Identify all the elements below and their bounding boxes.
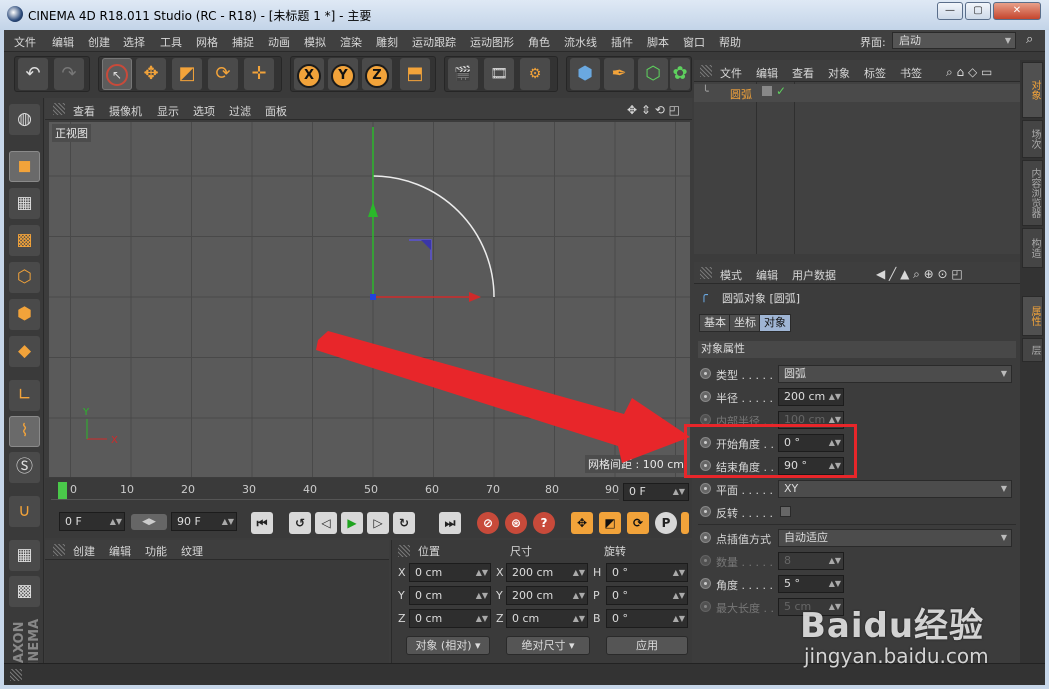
red-arrow-icon: [316, 331, 690, 463]
annotation-arrow: [316, 331, 690, 463]
watermark-main-text: Baidu经验: [800, 606, 985, 646]
annotation-highlight-box: [684, 424, 857, 478]
watermark-url: jingyan.baidu.com: [804, 644, 989, 668]
baidu-watermark: Baidu经验 jingyan.baidu.com: [800, 598, 1040, 678]
